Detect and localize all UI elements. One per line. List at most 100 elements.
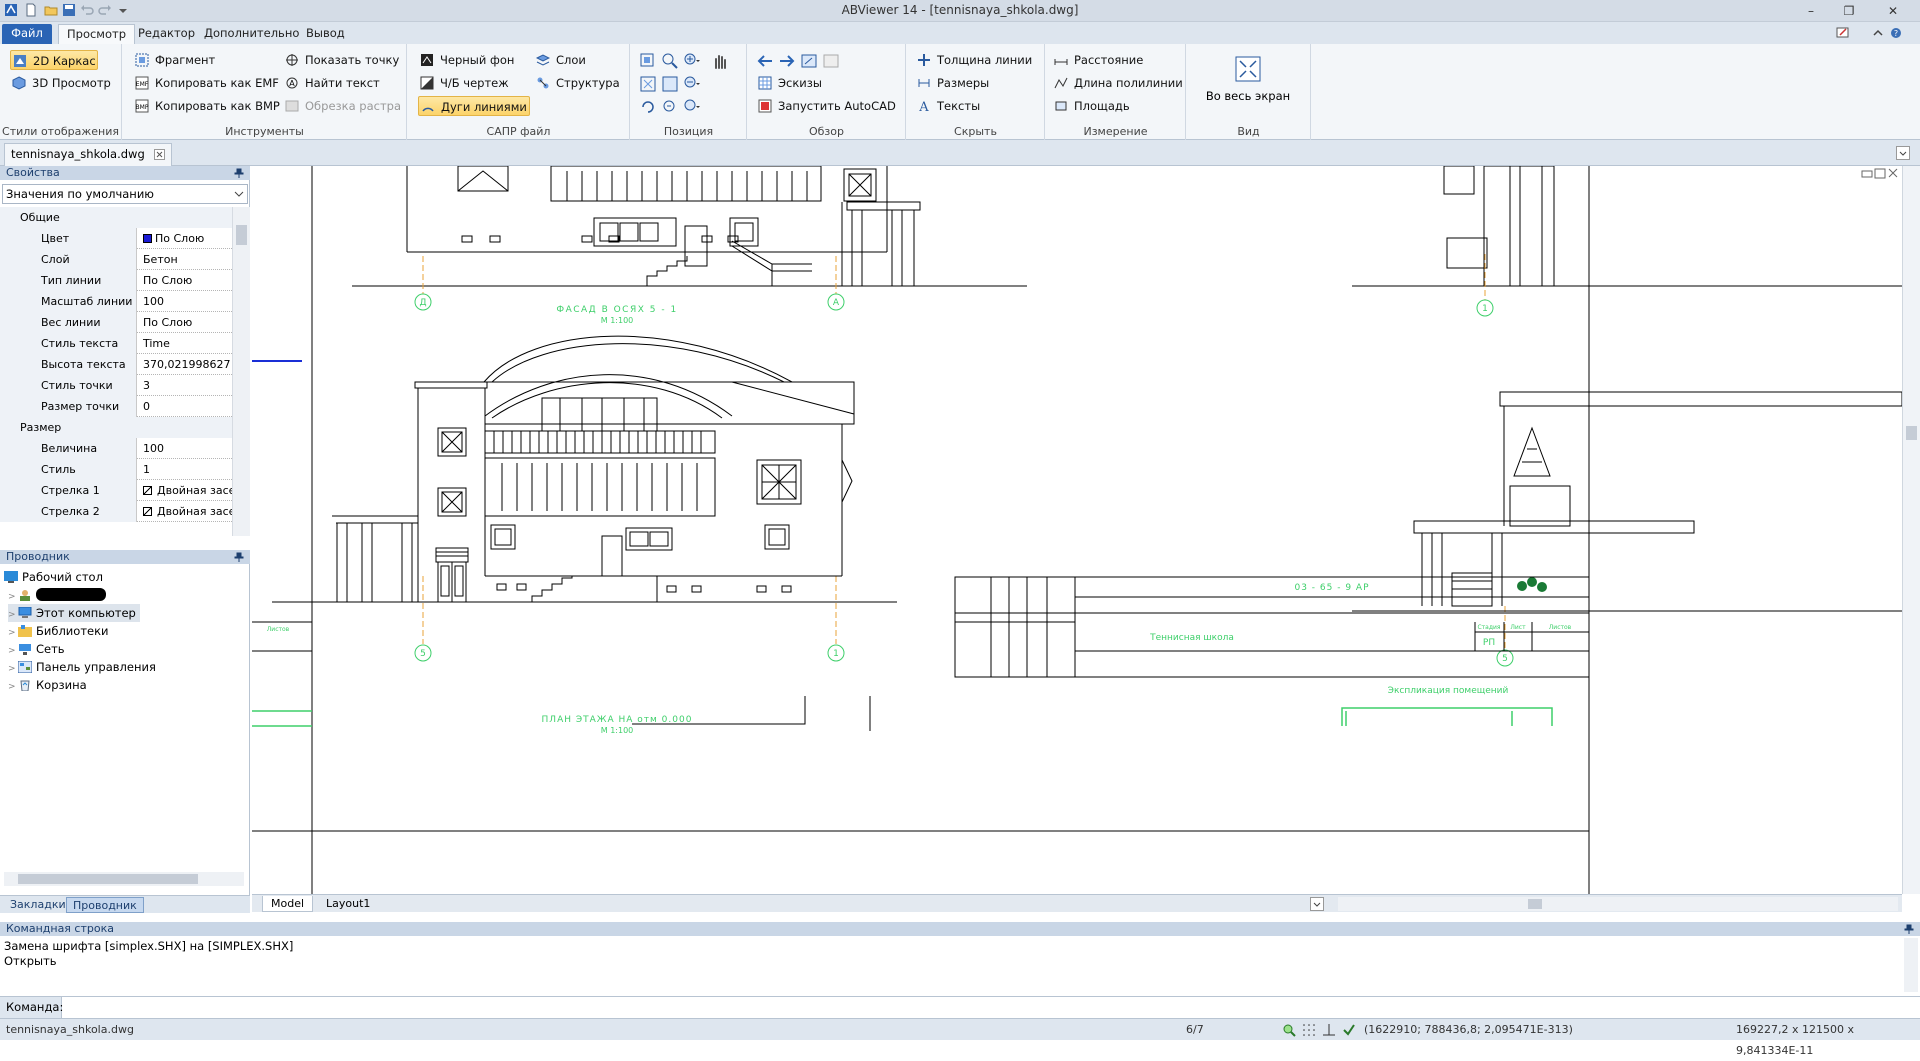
tree-item-this-computer[interactable]: > Этот компьютер	[8, 604, 140, 622]
viewport-close-icon[interactable]	[1888, 168, 1898, 178]
tree-item-desktop[interactable]: Рабочий стол	[4, 568, 103, 586]
texts-button[interactable]: A Тексты	[915, 96, 980, 116]
copy-bmp-button[interactable]: BMP Копировать как BMP	[133, 96, 280, 116]
property-row[interactable]: Слой Бетон	[0, 249, 232, 270]
fit-page-icon[interactable]	[661, 75, 679, 93]
document-tab[interactable]: tennisnaya_shkola.dwg	[4, 143, 172, 166]
tab-advanced[interactable]: Дополнительно	[196, 24, 307, 44]
fullscreen-button[interactable]: Во весь экран	[1193, 48, 1303, 116]
property-value[interactable]: 370,021998627	[140, 354, 232, 375]
layers-button[interactable]: Слои	[534, 50, 586, 70]
tree-item-network[interactable]: > Сеть	[8, 640, 65, 658]
property-row[interactable]: Масштаб линии 100	[0, 291, 232, 312]
back-arrow-icon[interactable]	[756, 52, 774, 70]
property-value[interactable]: Time	[140, 333, 232, 354]
property-value[interactable]: Двойная засе	[140, 480, 232, 501]
property-row[interactable]: Стиль точки 3	[0, 375, 232, 396]
property-value[interactable]: Бетон	[140, 249, 232, 270]
command-log-scrollbar[interactable]	[1904, 938, 1918, 992]
fragment-button[interactable]: Фрагмент	[133, 50, 215, 70]
pin-icon[interactable]	[234, 552, 244, 562]
tab-list-dropdown-icon[interactable]	[1896, 146, 1910, 160]
osnap-icon[interactable]	[1342, 1023, 1356, 1037]
command-input[interactable]	[64, 998, 1918, 1017]
tab-output[interactable]: Вывод	[298, 24, 353, 44]
viewport-minimize-icon[interactable]	[1861, 170, 1873, 178]
overview-disabled-icon[interactable]	[822, 52, 840, 70]
zoom-scale-icon[interactable]	[683, 98, 701, 116]
launch-autocad-button[interactable]: Запустить AutoCAD	[756, 96, 896, 116]
tab-explorer[interactable]: Проводник	[66, 897, 144, 913]
property-category[interactable]: −Общие	[0, 207, 232, 228]
ortho-icon[interactable]	[1322, 1023, 1336, 1037]
property-value[interactable]: 0	[140, 396, 232, 417]
property-value[interactable]: 100	[140, 291, 232, 312]
expand-arrow-icon[interactable]: >	[8, 678, 18, 696]
scroll-thumb[interactable]	[236, 225, 247, 245]
overview-window-icon[interactable]	[800, 52, 818, 70]
structure-button[interactable]: Структура	[534, 73, 620, 93]
property-value[interactable]: По Слою	[140, 312, 232, 333]
property-row[interactable]: Стрелка 1 Двойная засе	[0, 480, 232, 501]
view-3d-button[interactable]: 3D Просмотр	[10, 73, 111, 93]
copy-emf-button[interactable]: EMF Копировать как EMF	[133, 73, 279, 93]
zoom-realtime-icon[interactable]	[661, 52, 679, 70]
tab-model[interactable]: Model	[262, 896, 314, 912]
tree-item-recycle-bin[interactable]: > Корзина	[8, 676, 87, 694]
magnifier-icon[interactable]	[1282, 1023, 1296, 1037]
help-icon[interactable]: ?	[1890, 27, 1902, 39]
grid-snap-icon[interactable]	[1302, 1023, 1316, 1037]
tab-editor[interactable]: Редактор	[130, 24, 203, 44]
zoom-in-icon[interactable]	[683, 52, 701, 70]
show-point-button[interactable]: Показать точку	[283, 50, 399, 70]
close-button[interactable]: ✕	[1878, 2, 1908, 20]
property-value[interactable]: 100	[140, 438, 232, 459]
raster-clip-button[interactable]: Обрезка растра	[283, 96, 401, 116]
area-button[interactable]: Площадь	[1052, 96, 1130, 116]
tab-layout1[interactable]: Layout1	[318, 896, 378, 912]
layout-list-icon[interactable]	[1310, 897, 1324, 911]
polyline-length-button[interactable]: Длина полилинии	[1052, 73, 1183, 93]
bw-drawing-button[interactable]: Ч/Б чертеж	[418, 73, 509, 93]
zoom-extents-icon[interactable]	[639, 75, 657, 93]
file-menu-tab[interactable]: Файл	[2, 24, 52, 44]
tree-item-control-panel[interactable]: > Панель управления	[8, 658, 156, 676]
tab-bookmarks[interactable]: Закладки	[4, 897, 72, 913]
style-icon[interactable]	[1836, 26, 1850, 40]
forward-arrow-icon[interactable]	[778, 52, 796, 70]
minimize-button[interactable]: –	[1796, 2, 1826, 20]
tree-item-user[interactable]: >	[8, 586, 106, 604]
property-row[interactable]: Высота текста 370,021998627	[0, 354, 232, 375]
property-value[interactable]: 3	[140, 375, 232, 396]
drawing-vscrollbar[interactable]	[1902, 166, 1920, 894]
scroll-thumb[interactable]	[1528, 899, 1542, 909]
tab-view[interactable]: Просмотр	[58, 24, 136, 44]
viewport-restore-icon[interactable]	[1874, 168, 1886, 179]
rotate-icon[interactable]	[639, 98, 657, 116]
drawing-canvas[interactable]: Д А 1 5 1 5 ФАСАД В ОСЯХ 5 - 1 М 1:100 0…	[252, 166, 1902, 894]
property-value[interactable]: По Слою	[140, 270, 232, 291]
zoom-window-icon[interactable]	[639, 52, 657, 70]
property-row[interactable]: Размер точки 0	[0, 396, 232, 417]
drawing-hscrollbar[interactable]	[1338, 897, 1898, 911]
scroll-thumb[interactable]	[18, 874, 198, 884]
dimensions-button[interactable]: Размеры	[915, 73, 989, 93]
property-row[interactable]: Цвет По Слою	[0, 228, 232, 249]
property-row[interactable]: Величина стрелки 100	[0, 438, 232, 476]
scroll-thumb[interactable]	[1906, 426, 1917, 440]
restore-button[interactable]: ❐	[1834, 2, 1864, 20]
property-row[interactable]: Стрелка 2 Двойная засе	[0, 501, 232, 522]
zoom-previous-icon[interactable]	[661, 98, 679, 116]
explorer-hscrollbar[interactable]	[4, 872, 244, 886]
line-weight-button[interactable]: Толщина линии	[915, 50, 1032, 70]
zoom-out-icon[interactable]	[683, 75, 701, 93]
property-row[interactable]: Вес линии По Слою	[0, 312, 232, 333]
property-preset-select[interactable]: Значения по умолчанию	[2, 184, 248, 204]
find-text-button[interactable]: A Найти текст	[283, 73, 380, 93]
collapse-ribbon-icon[interactable]	[1872, 27, 1884, 39]
pin-icon[interactable]	[234, 168, 244, 178]
property-value[interactable]: По Слою	[140, 228, 232, 249]
property-category[interactable]: −Размер	[0, 417, 232, 438]
wireframe-2d-button[interactable]: 2D Каркас	[10, 50, 98, 70]
black-background-button[interactable]: Черный фон	[418, 50, 514, 70]
